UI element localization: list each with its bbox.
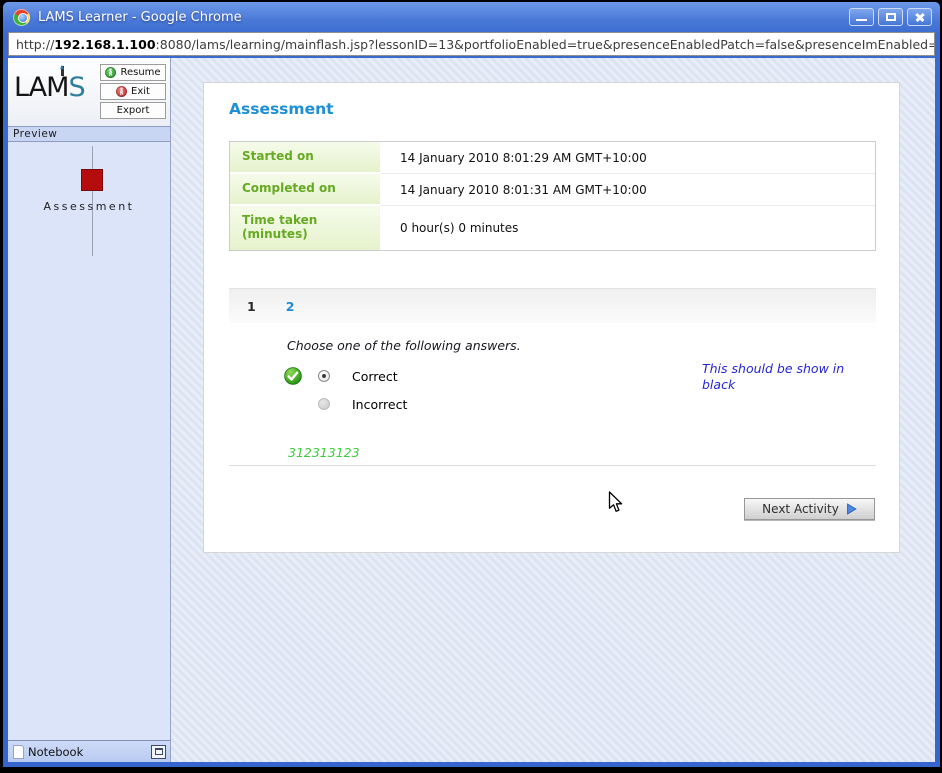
restore-icon: [155, 748, 163, 755]
feedback-text: 312313123: [288, 445, 360, 460]
play-icon: [846, 503, 857, 515]
option-label: Correct: [352, 369, 398, 384]
url-host: 192.168.1.100: [54, 37, 155, 52]
row-value: 14 January 2010 8:01:31 AM GMT+10:00: [380, 174, 875, 206]
window-title: LAMS Learner - Google Chrome: [38, 10, 242, 25]
row-value: 14 January 2010 8:01:29 AM GMT+10:00: [380, 142, 875, 174]
exit-button[interactable]: Exit: [100, 83, 166, 100]
close-icon: [914, 11, 926, 23]
radio-correct[interactable]: [318, 370, 330, 382]
correct-check-icon: [284, 367, 306, 385]
page-1-link[interactable]: 1: [247, 299, 256, 314]
resume-walker-icon: [105, 67, 116, 78]
radio-incorrect[interactable]: [318, 398, 330, 410]
minimize-icon: [856, 19, 867, 22]
sidebar-buttons: Resume Exit Export: [100, 64, 166, 122]
assessment-activity-node[interactable]: [81, 169, 103, 191]
url-text: http://192.168.1.100:8080/lams/learning/…: [16, 37, 935, 52]
answer-option-incorrect: Incorrect: [284, 395, 407, 413]
table-row: Completed on 14 January 2010 8:01:31 AM …: [230, 174, 875, 206]
window-controls: [849, 8, 932, 26]
question-pagination: 1 2: [229, 288, 876, 323]
notebook-label: Notebook: [28, 745, 83, 759]
divider: [229, 465, 876, 466]
answer-option-correct: Correct: [284, 367, 398, 385]
titlebar: LAMS Learner - Google Chrome: [3, 2, 940, 32]
summary-table: Started on 14 January 2010 8:01:29 AM GM…: [229, 141, 876, 251]
export-label: Export: [117, 105, 150, 116]
main-area: Assessment Started on 14 January 2010 8:…: [171, 58, 935, 762]
maximize-button[interactable]: [878, 8, 903, 26]
assessment-activity-label: Assessment: [8, 200, 170, 213]
resume-label: Resume: [120, 67, 160, 78]
notebook-bar[interactable]: Notebook: [8, 740, 170, 762]
row-label: Started on: [230, 142, 380, 174]
next-activity-label: Next Activity: [762, 502, 839, 516]
url-bar[interactable]: http://192.168.1.100:8080/lams/learning/…: [8, 32, 935, 56]
page-2-link[interactable]: 2: [286, 299, 295, 314]
pen-icon: [61, 66, 64, 76]
maximize-icon: [886, 13, 896, 21]
export-button[interactable]: Export: [100, 102, 166, 119]
assessment-card: Assessment Started on 14 January 2010 8:…: [203, 82, 900, 553]
resume-button[interactable]: Resume: [100, 64, 166, 81]
notebook-restore-button[interactable]: [151, 745, 166, 759]
notebook-page-icon: [13, 745, 24, 759]
row-value: 0 hour(s) 0 minutes: [380, 206, 875, 250]
minimize-button[interactable]: [849, 8, 874, 26]
preview-header: Preview: [8, 126, 170, 142]
close-button[interactable]: [907, 8, 932, 26]
option-label: Incorrect: [352, 397, 407, 412]
window-frame: LAMS Learner - Google Chrome http://192.…: [3, 2, 940, 767]
sidebar: LAMS Resume: [8, 58, 171, 762]
question-instruction: Choose one of the following answers.: [287, 338, 521, 353]
row-label: Time taken (minutes): [230, 206, 380, 250]
table-row: Time taken (minutes) 0 hour(s) 0 minutes: [230, 206, 875, 250]
logo-panel: LAMS Resume: [8, 58, 170, 126]
screen: LAMS Learner - Google Chrome http://192.…: [0, 0, 942, 773]
content: LAMS Resume: [8, 58, 935, 762]
lams-logo: LAMS: [14, 72, 85, 122]
question-side-note: This should be show in black: [702, 361, 857, 392]
page-title: Assessment: [229, 100, 334, 118]
next-activity-button[interactable]: Next Activity: [744, 498, 875, 520]
exit-label: Exit: [131, 86, 150, 97]
exit-walker-icon: [116, 86, 127, 97]
table-row: Started on 14 January 2010 8:01:29 AM GM…: [230, 142, 875, 174]
row-label: Completed on: [230, 174, 380, 206]
empty-check-slot: [284, 395, 306, 413]
chrome-icon: [13, 9, 30, 26]
preview-canvas: Assessment: [8, 142, 170, 740]
